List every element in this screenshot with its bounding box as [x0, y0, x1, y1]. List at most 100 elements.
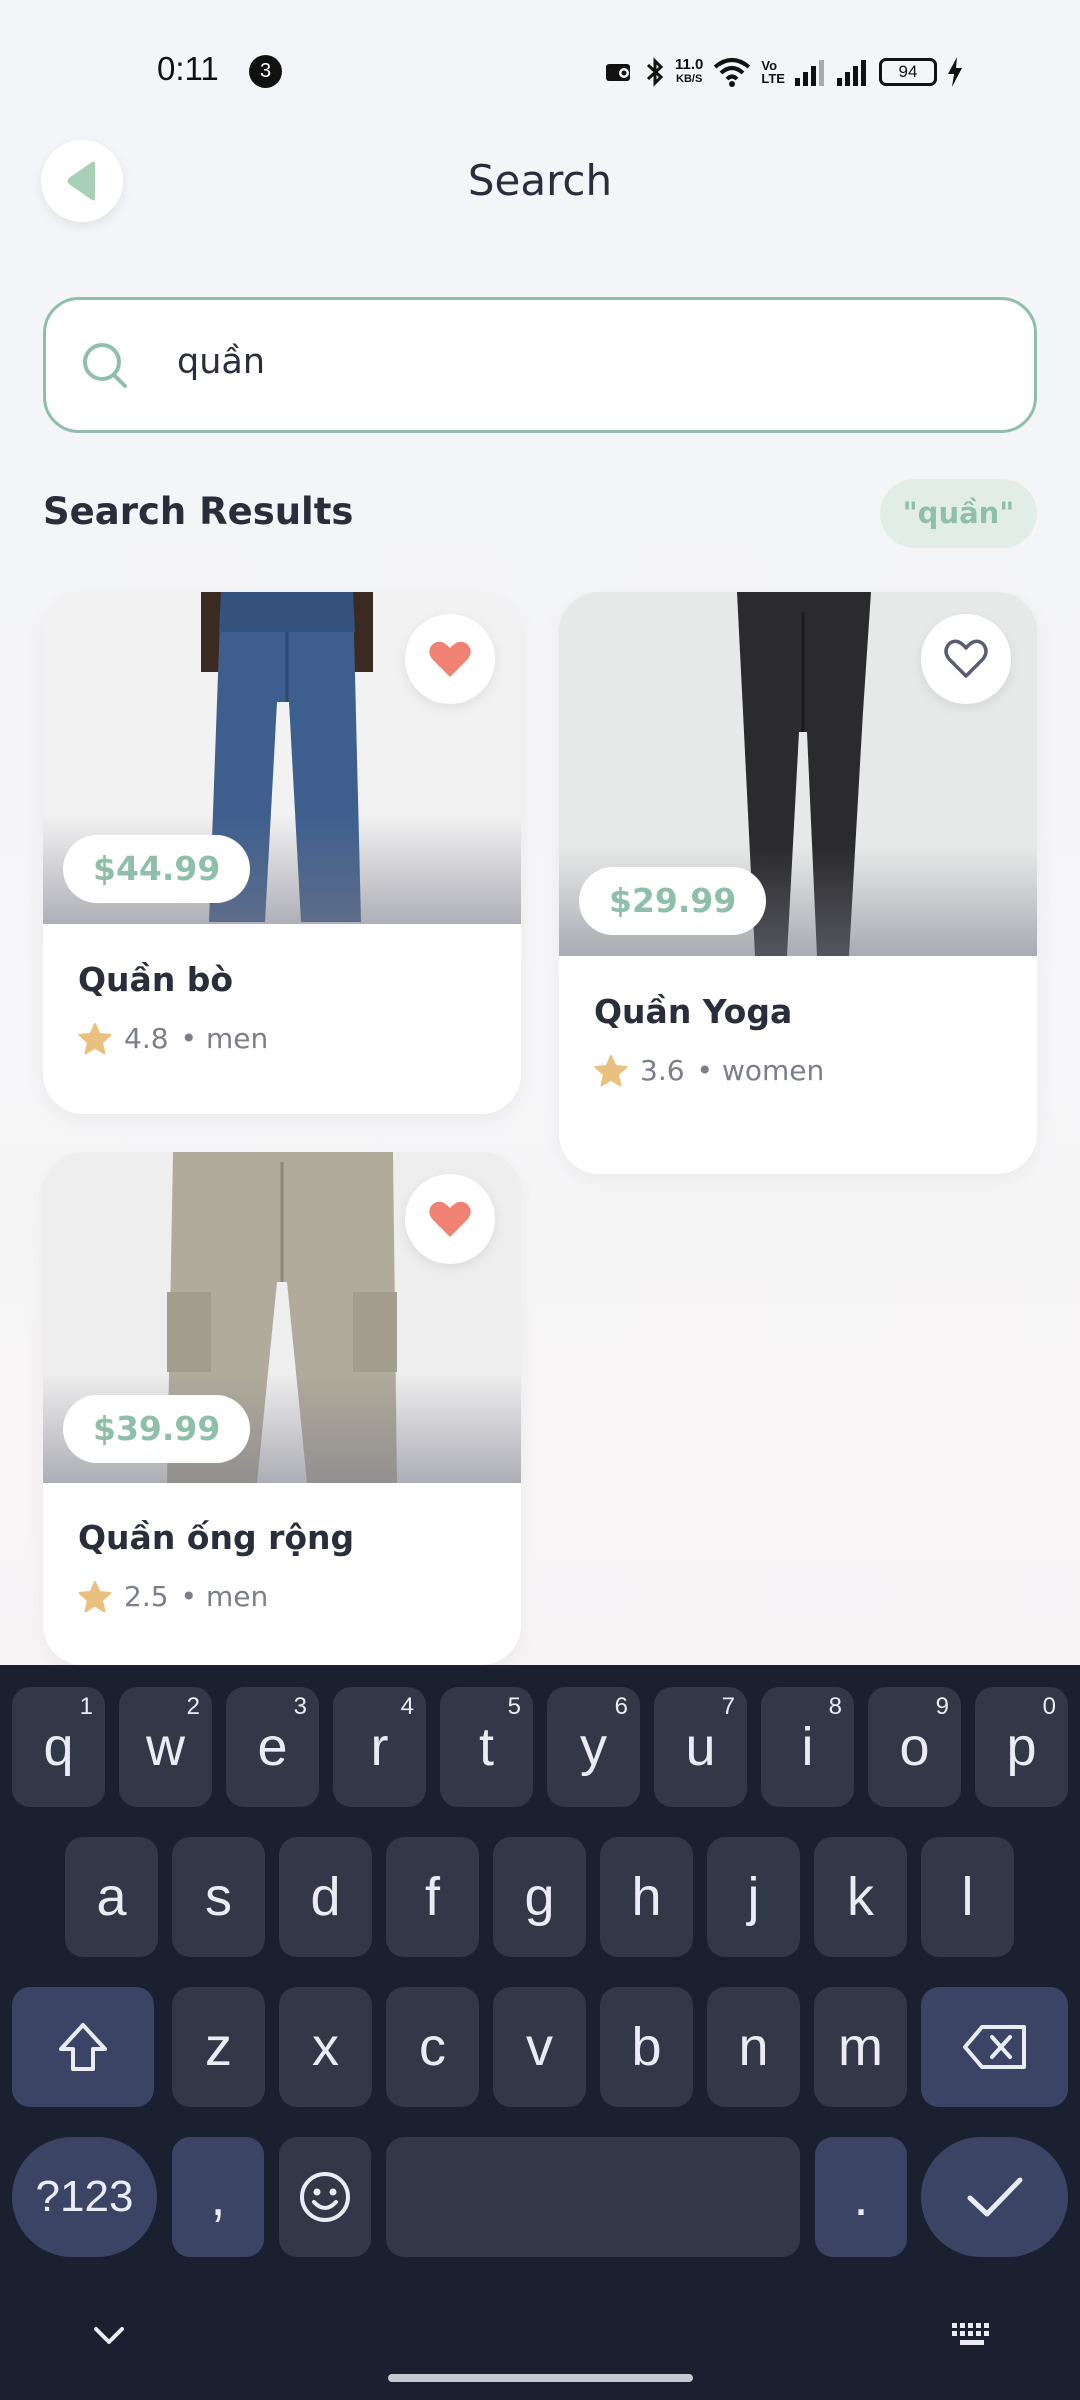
- key-label: e: [257, 1717, 288, 1777]
- key-y[interactable]: y6: [547, 1687, 640, 1807]
- key-j[interactable]: j: [707, 1837, 800, 1957]
- key-t[interactable]: t5: [440, 1687, 533, 1807]
- key-f[interactable]: f: [386, 1837, 479, 1957]
- product-name: Quần bò: [78, 960, 234, 999]
- key-hint: 7: [721, 1693, 735, 1720]
- favorite-button[interactable]: [921, 614, 1011, 704]
- status-icons: 11.0 KB/S Vo LTE 94: [605, 52, 963, 92]
- favorite-button[interactable]: [405, 614, 495, 704]
- hide-keyboard-button[interactable]: [92, 2325, 126, 2351]
- symbols-key[interactable]: ?123: [12, 2137, 157, 2257]
- product-rating: 4.8: [124, 1022, 169, 1055]
- key-hint: 5: [507, 1693, 521, 1720]
- wifi-icon: [714, 58, 751, 87]
- battery-indicator: 94: [878, 58, 937, 86]
- product-name: Quần Yoga: [594, 992, 793, 1031]
- status-time: 0:11: [157, 50, 219, 87]
- key-e[interactable]: e3: [226, 1687, 319, 1807]
- key-hint: 9: [935, 1693, 949, 1720]
- price-tag: $29.99: [579, 867, 767, 935]
- product-meta: 3.6 • women: [594, 1054, 824, 1087]
- done-key[interactable]: [921, 2137, 1068, 2257]
- key-k[interactable]: k: [814, 1837, 907, 1957]
- price-tag: $44.99: [63, 835, 251, 903]
- key-i[interactable]: i8: [761, 1687, 854, 1807]
- product-category: • men: [180, 1580, 269, 1613]
- key-b[interactable]: b: [600, 1987, 693, 2107]
- key-label: p: [1006, 1717, 1037, 1777]
- key-hint: 3: [293, 1693, 307, 1720]
- heart-filled-icon: [429, 641, 471, 677]
- star-icon: [78, 1022, 112, 1054]
- net-speed: 11.0 KB/S: [675, 57, 703, 87]
- key-label: w: [146, 1717, 185, 1777]
- shift-key[interactable]: [12, 1987, 154, 2107]
- key-label: u: [685, 1717, 716, 1777]
- signal-icon-1: [794, 60, 824, 86]
- key-s[interactable]: s: [172, 1837, 265, 1957]
- volte-bottom: LTE: [761, 71, 785, 86]
- key-hint: 4: [400, 1693, 414, 1720]
- search-query-text[interactable]: quần: [177, 342, 265, 382]
- bluetooth-icon: [646, 57, 664, 87]
- key-z[interactable]: z: [172, 1987, 265, 2107]
- key-r[interactable]: r4: [333, 1687, 426, 1807]
- key-x[interactable]: x: [279, 1987, 372, 2107]
- space-key[interactable]: [386, 2137, 800, 2257]
- key-hint: 1: [79, 1693, 93, 1720]
- keyboard-icon: [952, 2323, 989, 2345]
- key-hint: 0: [1042, 1693, 1056, 1720]
- keyboard-switch-button[interactable]: [950, 2321, 994, 2353]
- key-d[interactable]: d: [279, 1837, 372, 1957]
- key-label: q: [43, 1717, 74, 1777]
- product-image: $44.99: [43, 592, 521, 924]
- product-meta: 4.8 • men: [78, 1022, 268, 1055]
- favorite-button[interactable]: [405, 1174, 495, 1264]
- key-g[interactable]: g: [493, 1837, 586, 1957]
- emoji-icon: [300, 2172, 350, 2222]
- heart-filled-icon: [429, 1201, 471, 1237]
- period-key[interactable]: .: [815, 2137, 907, 2257]
- nfc-icon: [606, 64, 630, 81]
- key-o[interactable]: o9: [868, 1687, 961, 1807]
- backspace-key[interactable]: [921, 1987, 1068, 2107]
- key-l[interactable]: l: [921, 1837, 1014, 1957]
- volte-indicator: Vo LTE: [761, 59, 785, 85]
- key-p[interactable]: p0: [975, 1687, 1068, 1807]
- key-a[interactable]: a: [65, 1837, 158, 1957]
- key-n[interactable]: n: [707, 1987, 800, 2107]
- checkmark-icon: [967, 2177, 1022, 2217]
- page-title: Search: [467, 156, 613, 205]
- product-card[interactable]: $39.99 Quần ống rộng 2.5 • men: [43, 1152, 521, 1665]
- emoji-key[interactable]: [279, 2137, 371, 2257]
- key-label: i: [801, 1717, 814, 1777]
- product-meta: 2.5 • men: [78, 1580, 268, 1613]
- star-icon: [78, 1580, 112, 1612]
- comma-key[interactable]: ,: [172, 2137, 264, 2257]
- product-category: • women: [696, 1054, 825, 1087]
- price-tag: $39.99: [63, 1395, 251, 1463]
- heart-outline-icon: [944, 639, 988, 678]
- product-category: • men: [180, 1022, 269, 1055]
- net-speed-unit: KB/S: [676, 73, 703, 85]
- query-chip: "quần": [880, 479, 1037, 548]
- key-q[interactable]: q1: [12, 1687, 105, 1807]
- key-v[interactable]: v: [493, 1987, 586, 2107]
- key-m[interactable]: m: [814, 1987, 907, 2107]
- backspace-icon: [962, 2025, 1026, 2069]
- key-w[interactable]: w2: [119, 1687, 212, 1807]
- key-h[interactable]: h: [600, 1837, 693, 1957]
- key-hint: 8: [828, 1693, 842, 1720]
- key-c[interactable]: c: [386, 1987, 479, 2107]
- product-card[interactable]: $44.99 Quần bò 4.8 • men: [43, 592, 521, 1114]
- product-image: $39.99: [43, 1152, 521, 1483]
- key-hint: 2: [186, 1693, 200, 1720]
- product-rating: 3.6: [640, 1054, 685, 1087]
- key-hint: 6: [614, 1693, 628, 1720]
- gesture-nav-handle[interactable]: [388, 2374, 693, 2382]
- star-icon: [594, 1054, 628, 1086]
- on-screen-keyboard: q1w2e3r4t5y6u7i8o9p0 asdfghjkl zxcvbnm ?…: [0, 1665, 1080, 2400]
- product-name: Quần ống rộng: [78, 1518, 355, 1557]
- product-card[interactable]: $29.99 Quần Yoga 3.6 • women: [559, 592, 1037, 1174]
- key-u[interactable]: u7: [654, 1687, 747, 1807]
